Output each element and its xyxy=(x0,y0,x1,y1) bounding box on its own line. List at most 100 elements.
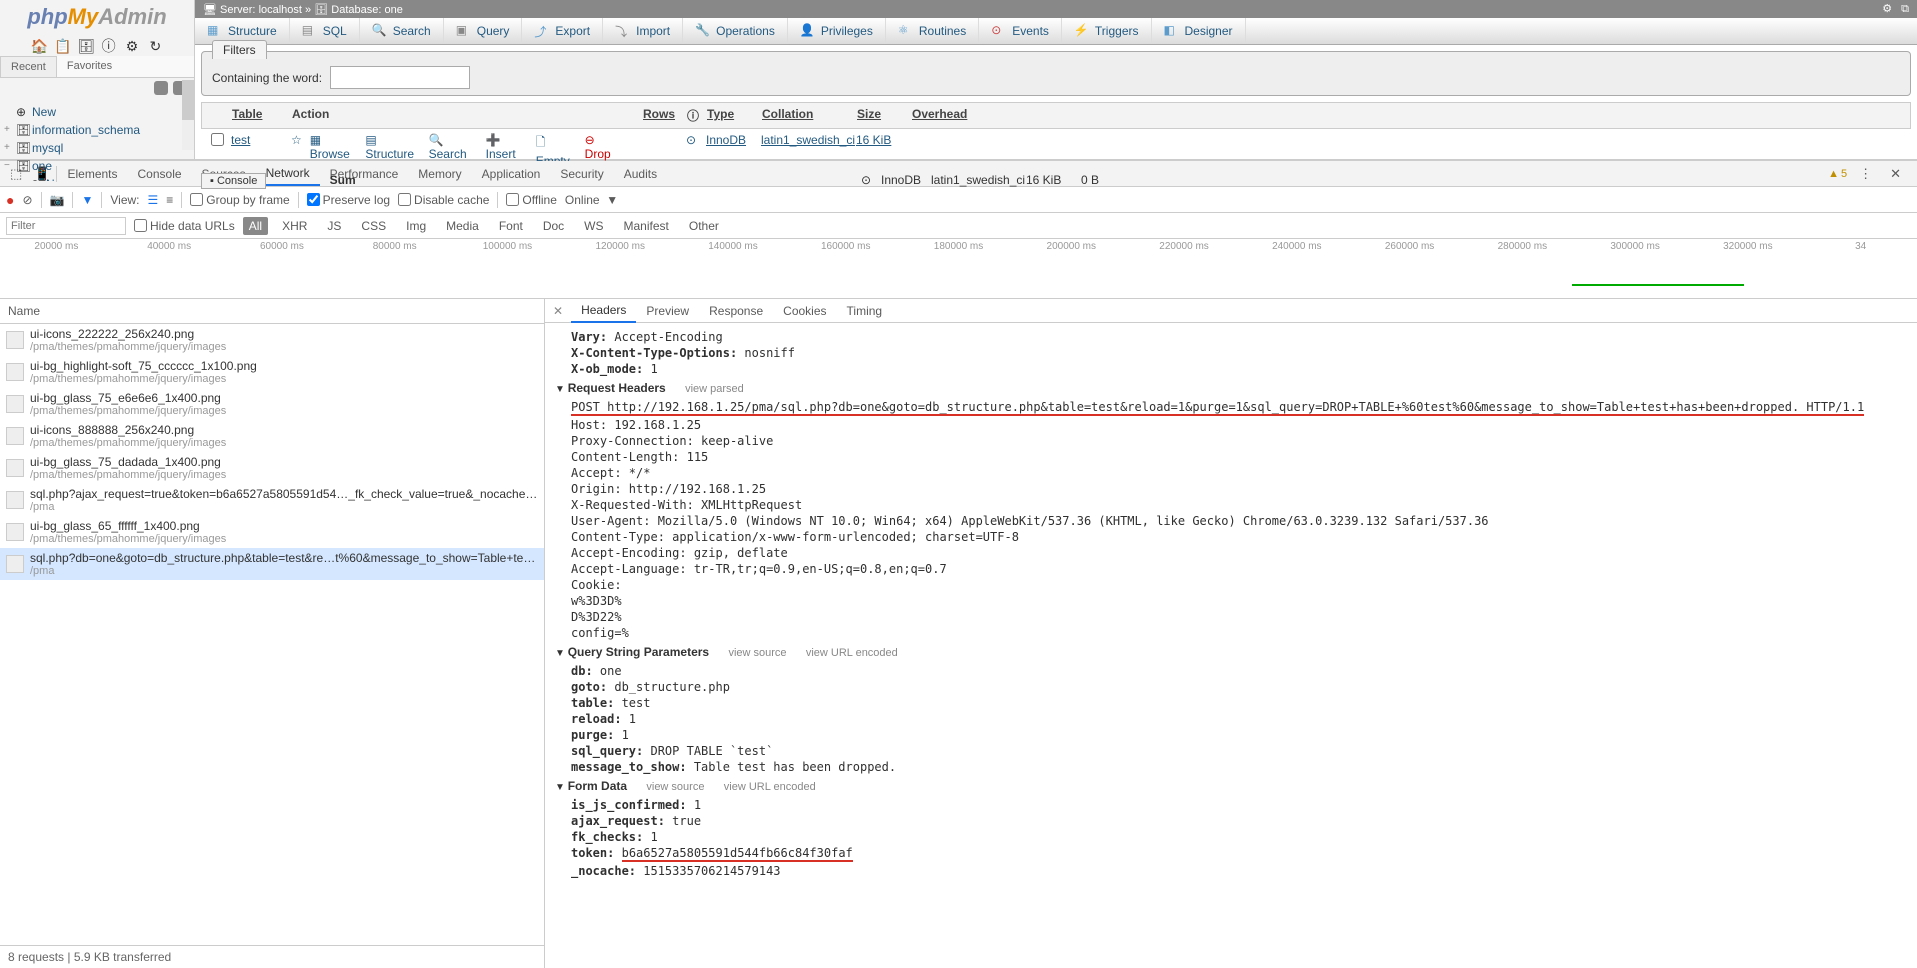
offline[interactable]: Offline xyxy=(506,193,556,207)
view-source-link[interactable]: view source xyxy=(646,781,704,793)
clear-icon[interactable]: ⊘ xyxy=(22,193,32,207)
nav-query[interactable]: ▣Query xyxy=(444,18,523,44)
th-size[interactable]: Size xyxy=(851,105,906,126)
request-item[interactable]: sql.php?db=one&goto=db_structure.php&tab… xyxy=(0,548,544,580)
filter-media[interactable]: Media xyxy=(440,217,485,235)
server-link[interactable]: localhost xyxy=(259,4,302,16)
view-url-encoded-link[interactable]: view URL encoded xyxy=(724,781,816,793)
tree-item-one-new[interactable]: ⊕New xyxy=(4,175,190,181)
hide-data-urls[interactable]: Hide data URLs xyxy=(134,219,235,233)
console-tab[interactable]: ▪ Console xyxy=(201,173,266,189)
throttle-select[interactable]: Online ▼ xyxy=(565,193,618,207)
filter-other[interactable]: Other xyxy=(683,217,725,235)
filter-font[interactable]: Font xyxy=(493,217,529,235)
rtab-response[interactable]: Response xyxy=(699,300,773,322)
nav-routines[interactable]: ⚛Routines xyxy=(886,18,979,44)
view-parsed-link[interactable]: view parsed xyxy=(685,383,744,395)
query-params-section[interactable]: Query String Parameters view source view… xyxy=(555,641,1907,663)
timeline-tick: 120000 ms xyxy=(564,241,677,252)
request-header-line: Host: 192.168.1.25 xyxy=(555,417,1907,433)
sum-coll: latin1_swedish_ci xyxy=(931,173,1025,187)
request-item[interactable]: ui-bg_highlight-soft_75_cccccc_1x100.png… xyxy=(0,356,544,388)
doc-icon[interactable]: ⓘ xyxy=(101,36,117,52)
request-item[interactable]: ui-bg_glass_75_e6e6e6_1x400.png/pma/them… xyxy=(0,388,544,420)
filter-all[interactable]: All xyxy=(243,217,268,235)
request-headers-section[interactable]: Request Headers view parsed xyxy=(555,377,1907,399)
th-collation[interactable]: Collation xyxy=(756,105,851,126)
nav-operations[interactable]: 🔧Operations xyxy=(683,18,788,44)
collapse-icon[interactable] xyxy=(154,81,168,95)
rtab-timing[interactable]: Timing xyxy=(837,300,893,322)
tab-recent[interactable]: Recent xyxy=(0,56,57,77)
settings-icon[interactable]: ⚙ xyxy=(1882,3,1892,15)
filter-manifest[interactable]: Manifest xyxy=(618,217,675,235)
th-rows[interactable]: Rows xyxy=(626,105,681,126)
scrollbar-thumb[interactable] xyxy=(182,80,194,120)
nav-import[interactable]: ⤵Import xyxy=(603,18,683,44)
request-item[interactable]: ui-icons_222222_256x240.png/pma/themes/p… xyxy=(0,324,544,356)
th-type[interactable]: Type xyxy=(701,105,756,126)
nav-search[interactable]: 🔍Search xyxy=(360,18,444,44)
th-table[interactable]: Table xyxy=(226,105,286,126)
rtab-preview[interactable]: Preview xyxy=(636,300,699,322)
row-checkbox[interactable] xyxy=(211,133,224,146)
request-item[interactable]: sql.php?ajax_request=true&token=b6a6527a… xyxy=(0,484,544,516)
tree-item-one[interactable]: −🗄one xyxy=(4,157,190,175)
tree-item-new[interactable]: ⊕New xyxy=(4,103,190,121)
home-icon[interactable]: 🏠 xyxy=(31,38,47,54)
filter-img[interactable]: Img xyxy=(400,217,432,235)
sql-icon[interactable]: 🗄 xyxy=(77,38,93,54)
refresh-icon[interactable]: ↻ xyxy=(147,38,163,54)
nav-privileges[interactable]: 👤Privileges xyxy=(788,18,886,44)
tree-scrollbar[interactable] xyxy=(182,80,194,150)
request-header-line: Accept-Encoding: gzip, deflate xyxy=(555,545,1907,561)
disable-cache[interactable]: Disable cache xyxy=(398,193,489,207)
rtab-cookies[interactable]: Cookies xyxy=(773,300,836,322)
filter-xhr[interactable]: XHR xyxy=(276,217,313,235)
view-source-link[interactable]: view source xyxy=(728,647,786,659)
nav-export[interactable]: ⤴Export xyxy=(522,18,603,44)
timeline-tick: 320000 ms xyxy=(1691,241,1804,252)
new-icon: ⊕ xyxy=(16,104,32,120)
nav-triggers[interactable]: ⚡Triggers xyxy=(1062,18,1152,44)
view-url-encoded-link[interactable]: view URL encoded xyxy=(806,647,898,659)
help-icon[interactable]: ⧉ xyxy=(1901,3,1909,15)
nav-sql[interactable]: ▤SQL xyxy=(290,18,360,44)
tree-item-infoschema[interactable]: +🗄information_schema xyxy=(4,121,190,139)
logout-icon[interactable]: 📋 xyxy=(54,38,70,54)
rtab-headers[interactable]: Headers xyxy=(571,299,636,323)
db-link[interactable]: one xyxy=(384,4,402,16)
gear-icon[interactable]: ⚙ xyxy=(124,38,140,54)
close-detail-icon[interactable]: ✕ xyxy=(545,304,571,318)
filter-doc[interactable]: Doc xyxy=(537,217,570,235)
devtools: ⬚ 📱 Elements Console Sources Network Per… xyxy=(0,160,1917,968)
tab-favorites[interactable]: Favorites xyxy=(57,56,122,77)
form-data-section[interactable]: Form Data view source view URL encoded xyxy=(555,775,1907,797)
file-icon xyxy=(6,459,24,477)
list-header-name[interactable]: Name xyxy=(0,299,544,324)
tree-item-mysql[interactable]: +🗄mysql xyxy=(4,139,190,157)
view-large-icon[interactable]: ☰ xyxy=(148,193,159,207)
request-item[interactable]: ui-icons_888888_256x240.png/pma/themes/p… xyxy=(0,420,544,452)
record-icon[interactable]: ● xyxy=(6,192,14,208)
filter-ws[interactable]: WS xyxy=(578,217,609,235)
file-icon xyxy=(6,331,24,349)
request-item[interactable]: ui-bg_glass_75_dadada_1x400.png/pma/them… xyxy=(0,452,544,484)
nav-designer[interactable]: ◧Designer xyxy=(1152,18,1246,44)
timeline-tick: 40000 ms xyxy=(113,241,226,252)
preserve-log[interactable]: Preserve log xyxy=(307,193,390,207)
view-small-icon[interactable]: ≡ xyxy=(166,193,173,207)
info-icon[interactable]: ⓘ xyxy=(681,105,701,126)
request-item[interactable]: ui-bg_glass_65_ffffff_1x400.png/pma/them… xyxy=(0,516,544,548)
timeline[interactable]: 20000 ms40000 ms60000 ms80000 ms100000 m… xyxy=(0,239,1917,299)
group-by-frame[interactable]: Group by frame xyxy=(190,193,289,207)
filter-icon[interactable]: ▼ xyxy=(81,193,93,207)
th-overhead[interactable]: Overhead xyxy=(906,105,976,126)
capture-icon[interactable]: 📷 xyxy=(50,193,65,207)
form-data-item: token: b6a6527a5805591d544fb66c84f30faf xyxy=(555,845,1907,863)
nav-events[interactable]: ⊙Events xyxy=(979,18,1062,44)
filter-input[interactable] xyxy=(6,217,126,235)
filter-js[interactable]: JS xyxy=(321,217,347,235)
filter-input[interactable] xyxy=(330,66,470,89)
filter-css[interactable]: CSS xyxy=(355,217,392,235)
